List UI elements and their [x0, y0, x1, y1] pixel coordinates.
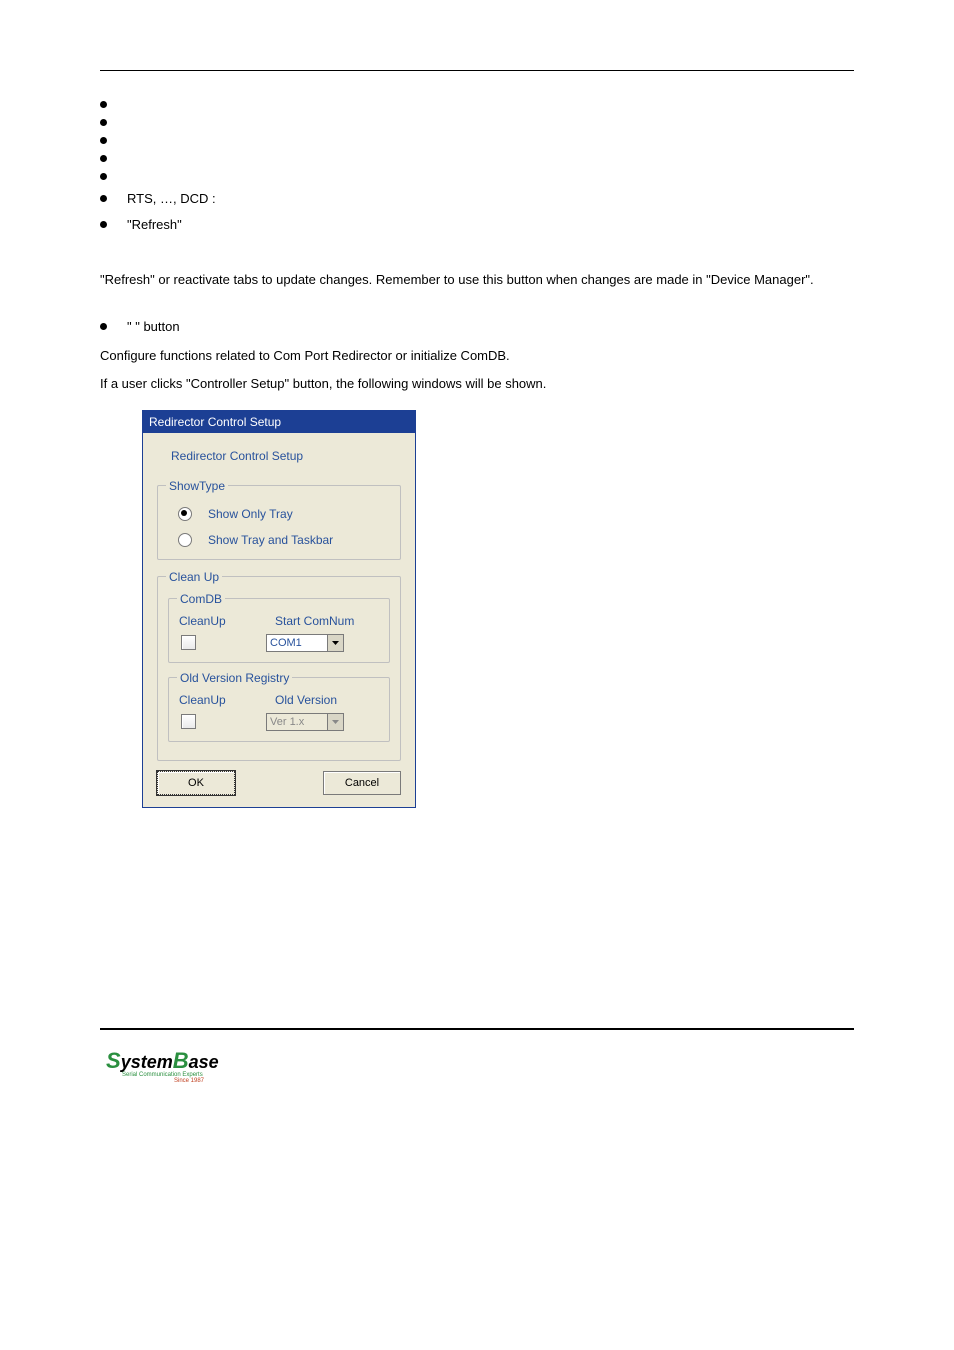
bullet-list: RTS, …, DCD : "Refresh": [100, 101, 854, 232]
radio-label: Show Tray and Taskbar: [208, 533, 333, 547]
systembase-logo: SystemBase Serial Communication Experts …: [106, 1048, 854, 1084]
logo-since: Since 1987: [174, 1078, 854, 1084]
showtype-legend: ShowType: [166, 479, 228, 493]
cleanup-label: CleanUp: [179, 693, 275, 707]
ok-button[interactable]: OK: [157, 771, 235, 795]
oldver-cleanup-checkbox[interactable]: [181, 714, 196, 729]
select-value: Ver 1.x: [270, 716, 304, 728]
comdb-fieldset: ComDB CleanUp Start ComNum COM1: [168, 592, 390, 663]
bullet-item: [100, 101, 854, 108]
bullet-text: RTS, …, DCD :: [127, 191, 216, 206]
config-line-2: If a user clicks "Controller Setup" butt…: [100, 373, 854, 395]
logo-part: B: [173, 1048, 189, 1073]
old-version-legend: Old Version Registry: [177, 671, 292, 685]
logo-part: ystem: [121, 1052, 173, 1072]
cancel-button[interactable]: Cancel: [323, 771, 401, 795]
bullet-item: " " button: [100, 319, 854, 334]
dialog-body: Redirector Control Setup ShowType Show O…: [143, 433, 415, 807]
bullet-item: RTS, …, DCD :: [100, 191, 854, 206]
radio-icon: [178, 507, 192, 521]
showtype-fieldset: ShowType Show Only Tray Show Tray and Ta…: [157, 479, 401, 560]
old-version-select[interactable]: Ver 1.x: [266, 713, 344, 731]
radio-icon: [178, 533, 192, 547]
redirector-control-setup-dialog: Redirector Control Setup Redirector Cont…: [142, 410, 416, 808]
bullet-item: [100, 155, 854, 162]
logo-text: SystemBase: [106, 1048, 854, 1074]
old-version-registry-fieldset: Old Version Registry CleanUp Old Version…: [168, 671, 390, 742]
refresh-paragraph: "Refresh" or reactivate tabs to update c…: [100, 268, 854, 291]
radio-label: Show Only Tray: [208, 507, 293, 521]
bullet-item: "Refresh": [100, 217, 854, 232]
cleanup-fieldset: Clean Up ComDB CleanUp Start ComNum COM1: [157, 570, 401, 761]
bullet-list-2: " " button: [100, 319, 854, 334]
old-version-label: Old Version: [275, 693, 337, 707]
start-comnum-select[interactable]: COM1: [266, 634, 344, 652]
chevron-down-icon: [327, 714, 343, 730]
comdb-legend: ComDB: [177, 592, 225, 606]
cleanup-label: CleanUp: [179, 614, 275, 628]
bullet-item: [100, 173, 854, 180]
button-label: OK: [188, 777, 204, 789]
logo-part: ase: [189, 1052, 219, 1072]
comdb-cleanup-checkbox[interactable]: [181, 635, 196, 650]
bullet-text: " " button: [127, 319, 180, 334]
chevron-down-icon: [327, 635, 343, 651]
bullet-text: "Refresh": [127, 217, 182, 232]
comdb-labels: CleanUp Start ComNum: [179, 614, 381, 628]
select-value: COM1: [270, 637, 302, 649]
bullet-item: [100, 137, 854, 144]
show-only-tray-option[interactable]: Show Only Tray: [178, 507, 392, 521]
bottom-horizontal-rule: [100, 1028, 854, 1030]
show-tray-and-taskbar-option[interactable]: Show Tray and Taskbar: [178, 533, 392, 547]
dialog-button-row: OK Cancel: [155, 771, 403, 795]
dialog-heading: Redirector Control Setup: [171, 449, 403, 463]
cleanup-legend: Clean Up: [166, 570, 222, 584]
top-horizontal-rule: [100, 70, 854, 71]
start-comnum-label: Start ComNum: [275, 614, 354, 628]
button-label: Cancel: [345, 777, 379, 789]
dialog-title-bar: Redirector Control Setup: [143, 411, 415, 433]
bullet-item: [100, 119, 854, 126]
config-line-1: Configure functions related to Com Port …: [100, 345, 854, 367]
logo-part: S: [106, 1048, 121, 1073]
oldver-labels: CleanUp Old Version: [179, 693, 381, 707]
